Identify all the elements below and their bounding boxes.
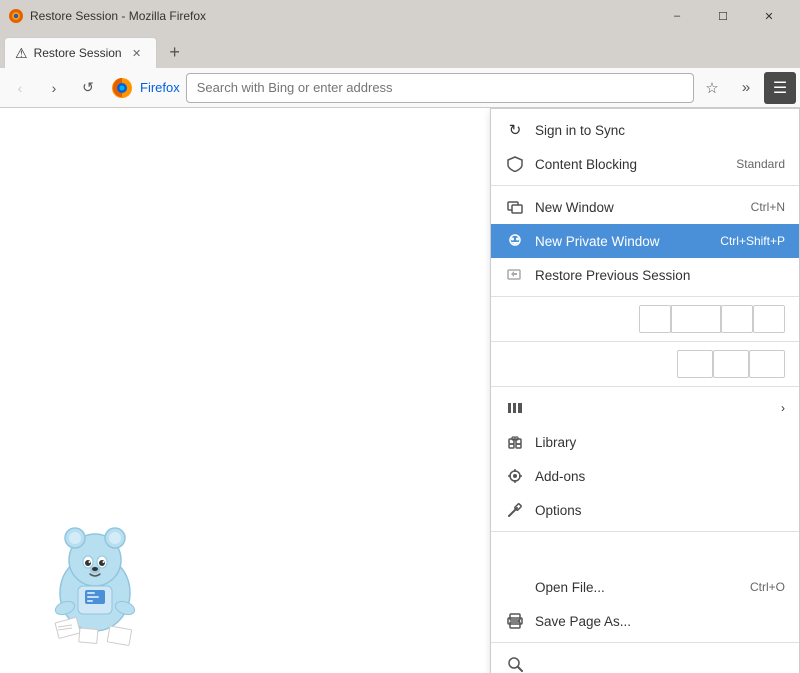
hamburger-menu-button[interactable]: ☰ xyxy=(764,72,796,104)
close-button[interactable]: ✕ xyxy=(746,0,792,32)
save-page-label: Open File... xyxy=(535,580,730,595)
sign-in-sync-label: Sign in to Sync xyxy=(535,123,785,138)
menu-item-customize[interactable]: Options xyxy=(491,493,799,527)
menu-item-open-file[interactable] xyxy=(491,536,799,570)
dropdown-menu: ↻ Sign in to Sync Content Blocking Stand… xyxy=(490,108,800,673)
customize-icon xyxy=(505,500,525,520)
window-controls: – ☐ ✕ xyxy=(654,0,792,32)
customize-label: Options xyxy=(535,503,785,518)
menu-item-save-page[interactable]: Open File... Ctrl+O xyxy=(491,570,799,604)
firefox-titlebar-icon xyxy=(8,8,24,24)
menu-item-library[interactable]: › xyxy=(491,391,799,425)
bear-svg xyxy=(30,518,160,648)
menu-item-print[interactable]: Save Page As... xyxy=(491,604,799,638)
edit-row xyxy=(491,346,799,382)
back-button[interactable]: ‹ xyxy=(4,72,36,104)
zoom-minus-button[interactable] xyxy=(639,305,671,333)
menu-item-content-blocking[interactable]: Content Blocking Standard xyxy=(491,147,799,181)
content-blocking-label: Content Blocking xyxy=(535,157,736,172)
save-page-shortcut: Ctrl+O xyxy=(750,580,785,594)
restore-session-icon xyxy=(505,265,525,285)
tab-title: Restore Session xyxy=(34,46,122,60)
menu-item-find[interactable] xyxy=(491,647,799,673)
cut-button[interactable] xyxy=(677,350,713,378)
page-content: Sorry. We're havingtrouble getting yourp… xyxy=(0,108,800,673)
separator-4 xyxy=(491,386,799,387)
menu-item-addons[interactable]: Library xyxy=(491,425,799,459)
separator-3 xyxy=(491,341,799,342)
zoom-value xyxy=(671,305,721,333)
menu-item-options[interactable]: Add-ons xyxy=(491,459,799,493)
copy-button[interactable] xyxy=(713,350,749,378)
separator-1 xyxy=(491,185,799,186)
sync-icon: ↻ xyxy=(505,120,525,140)
shield-icon xyxy=(505,154,525,174)
library-icon xyxy=(505,398,525,418)
tab-close-button[interactable]: ✕ xyxy=(128,44,146,62)
print-label: Save Page As... xyxy=(535,614,785,629)
addons-label: Library xyxy=(535,435,765,450)
new-window-label: New Window xyxy=(535,200,731,215)
addons-icon xyxy=(505,432,525,452)
separator-5 xyxy=(491,531,799,532)
new-window-shortcut: Ctrl+N xyxy=(751,200,785,214)
options-icon xyxy=(505,466,525,486)
forward-button[interactable]: › xyxy=(38,72,70,104)
paste-button[interactable] xyxy=(749,350,785,378)
separator-2 xyxy=(491,296,799,297)
open-file-icon xyxy=(505,543,525,563)
reload-button[interactable]: ↺ xyxy=(72,72,104,104)
firefox-label: Firefox xyxy=(140,80,180,95)
zoom-plus-button[interactable] xyxy=(721,305,753,333)
separator-6 xyxy=(491,642,799,643)
tabbar: ⚠ Restore Session ✕ + xyxy=(0,32,800,68)
minimize-button[interactable]: – xyxy=(654,0,700,32)
maximize-button[interactable]: ☐ xyxy=(700,0,746,32)
menu-item-restore-session[interactable]: Restore Previous Session xyxy=(491,258,799,292)
tab-favicon: ⚠ xyxy=(15,45,28,62)
extensions-button[interactable]: » xyxy=(730,72,762,104)
menu-item-new-window[interactable]: New Window Ctrl+N xyxy=(491,190,799,224)
menu-item-new-private-window[interactable]: New Private Window Ctrl+Shift+P xyxy=(491,224,799,258)
url-bar[interactable] xyxy=(186,73,694,103)
content-blocking-standard: Standard xyxy=(736,157,785,171)
options-label: Add-ons xyxy=(535,469,785,484)
new-private-window-label: New Private Window xyxy=(535,234,700,249)
print-icon xyxy=(505,611,525,631)
library-arrow: › xyxy=(781,401,785,415)
new-window-icon xyxy=(505,197,525,217)
new-private-window-shortcut: Ctrl+Shift+P xyxy=(720,234,785,248)
bear-illustration xyxy=(30,518,160,653)
zoom-fullscreen-button[interactable] xyxy=(753,305,785,333)
restore-session-label: Restore Previous Session xyxy=(535,268,785,283)
menu-item-sign-in-sync[interactable]: ↻ Sign in to Sync xyxy=(491,113,799,147)
firefox-logo xyxy=(110,76,134,100)
save-page-icon xyxy=(505,577,525,597)
bookmark-star-button[interactable]: ☆ xyxy=(696,72,728,104)
zoom-row xyxy=(491,301,799,337)
private-window-icon xyxy=(505,231,525,251)
new-tab-button[interactable]: + xyxy=(161,38,189,66)
window-title: Restore Session - Mozilla Firefox xyxy=(30,9,654,23)
find-icon xyxy=(505,654,525,673)
active-tab[interactable]: ⚠ Restore Session ✕ xyxy=(4,37,157,68)
titlebar: Restore Session - Mozilla Firefox – ☐ ✕ xyxy=(0,0,800,32)
navbar: ‹ › ↺ Firefox ☆ » ☰ xyxy=(0,68,800,108)
